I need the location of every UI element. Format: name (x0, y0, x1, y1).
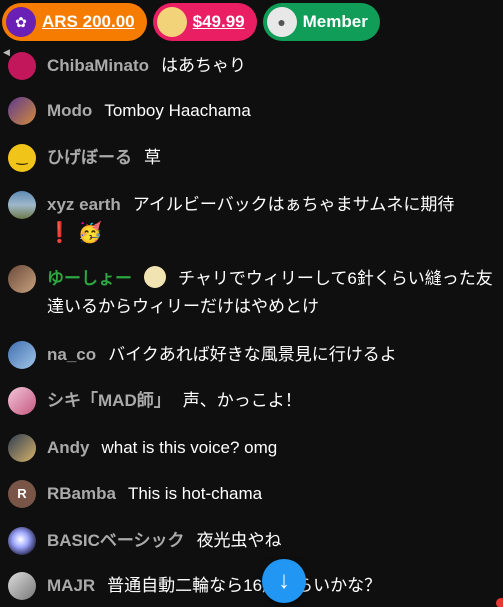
chat-message: xyz earth アイルビーバックはぁちゃまサムネに期待 ❗ 🥳 (8, 191, 493, 248)
ticker-avatar: ● (266, 7, 297, 37)
chat-message: ChibaMinato はあちゃり (8, 52, 493, 80)
message-text: what is this voice? omg (101, 438, 278, 457)
chat-message: ‿ ひげぼーる草 (8, 144, 493, 172)
author-name[interactable]: RBamba (47, 484, 116, 503)
chat-message: R RBamba This is hot-chama (8, 480, 493, 508)
author-name[interactable]: na_co (47, 345, 96, 364)
chat-message: na_co バイクあれば好きな風景見に行けるよ (8, 341, 493, 369)
ticker-chip-superchat[interactable]: ✿ ARS 200.00 (2, 3, 147, 41)
chat-message: ゆーしょー チャリでウィリーして6針くらい縫った友達いるからウィリーだけはやめとけ (8, 265, 493, 321)
chat-message: MAJR 普通自動二輪なら16歳くらいかな？ (8, 572, 493, 600)
avatar[interactable] (8, 434, 36, 462)
exclamation-emoji-icon: ❗ (47, 222, 72, 244)
avatar[interactable] (8, 97, 36, 125)
ticker-amount: ARS 200.00 (42, 12, 135, 31)
message-text: 夜光虫やね (196, 531, 282, 550)
author-name[interactable]: ゆーしょー (47, 269, 132, 288)
message-text: 普通自動二輪なら16歳くらいかな？ (107, 576, 382, 595)
avatar[interactable]: ‿ (8, 144, 36, 172)
ticker-bar: ✿ ARS 200.00 $49.99 ● Member (0, 0, 503, 44)
live-chat: ✿ ARS 200.00 $49.99 ● Member ◀ ChibaMina… (0, 0, 503, 607)
message-text: はあちゃり (161, 56, 246, 75)
chat-message-list[interactable]: ChibaMinato はあちゃり Modo Tomboy Haachama ‿ ひ… (0, 44, 503, 607)
avatar[interactable] (8, 52, 36, 80)
notification-dot-icon (496, 598, 503, 607)
avatar[interactable] (8, 387, 36, 415)
scroll-to-bottom-button[interactable]: ↓ (262, 559, 306, 603)
avatar[interactable] (8, 572, 36, 600)
avatar[interactable]: R (8, 480, 36, 508)
author-name[interactable]: シキ「MAD師」 (47, 391, 171, 410)
author-name[interactable]: Modo (47, 101, 92, 120)
message-text: バイクあれば好きな風景見に行けるよ (108, 345, 397, 364)
ticker-chip-member[interactable]: ● Member (262, 3, 380, 41)
author-name[interactable]: MAJR (47, 576, 95, 595)
message-text: Tomboy Haachama (104, 101, 251, 120)
message-text: 声、かっこよ！ (182, 391, 302, 410)
chat-message: Modo Tomboy Haachama (8, 97, 493, 125)
ticker-chip-superchat[interactable]: $49.99 (152, 3, 257, 41)
party-face-emoji-icon: 🥳 (77, 222, 103, 244)
author-name[interactable]: Andy (47, 438, 90, 457)
ticker-amount: $49.99 (192, 12, 245, 31)
message-text: 草 (144, 148, 161, 167)
chat-message: Andy what is this voice? omg (8, 434, 493, 462)
message-text: This is hot-chama (127, 484, 263, 503)
ticker-avatar (156, 7, 187, 37)
avatar[interactable] (8, 265, 36, 293)
member-badge-icon (144, 266, 166, 288)
author-name[interactable]: BASICベーシック (47, 531, 185, 550)
chat-message: シキ「MAD師」 声、かっこよ！ (8, 387, 493, 415)
chat-message: BASICベーシック 夜光虫やね (8, 527, 493, 555)
ticker-avatar: ✿ (6, 7, 36, 37)
avatar[interactable] (8, 527, 36, 555)
ticker-label: Member (302, 12, 368, 31)
author-name[interactable]: ChibaMinato (47, 56, 149, 75)
ticker-scroll-left-icon[interactable]: ◀ (3, 47, 10, 58)
arrow-down-icon: ↓ (278, 567, 290, 594)
avatar[interactable] (8, 341, 36, 369)
avatar[interactable] (8, 191, 36, 219)
message-text: アイルビーバックはぁちゃまサムネに期待 (132, 195, 455, 214)
author-name[interactable]: xyz earth (47, 195, 121, 214)
author-name[interactable]: ひげぼーる (47, 148, 132, 167)
